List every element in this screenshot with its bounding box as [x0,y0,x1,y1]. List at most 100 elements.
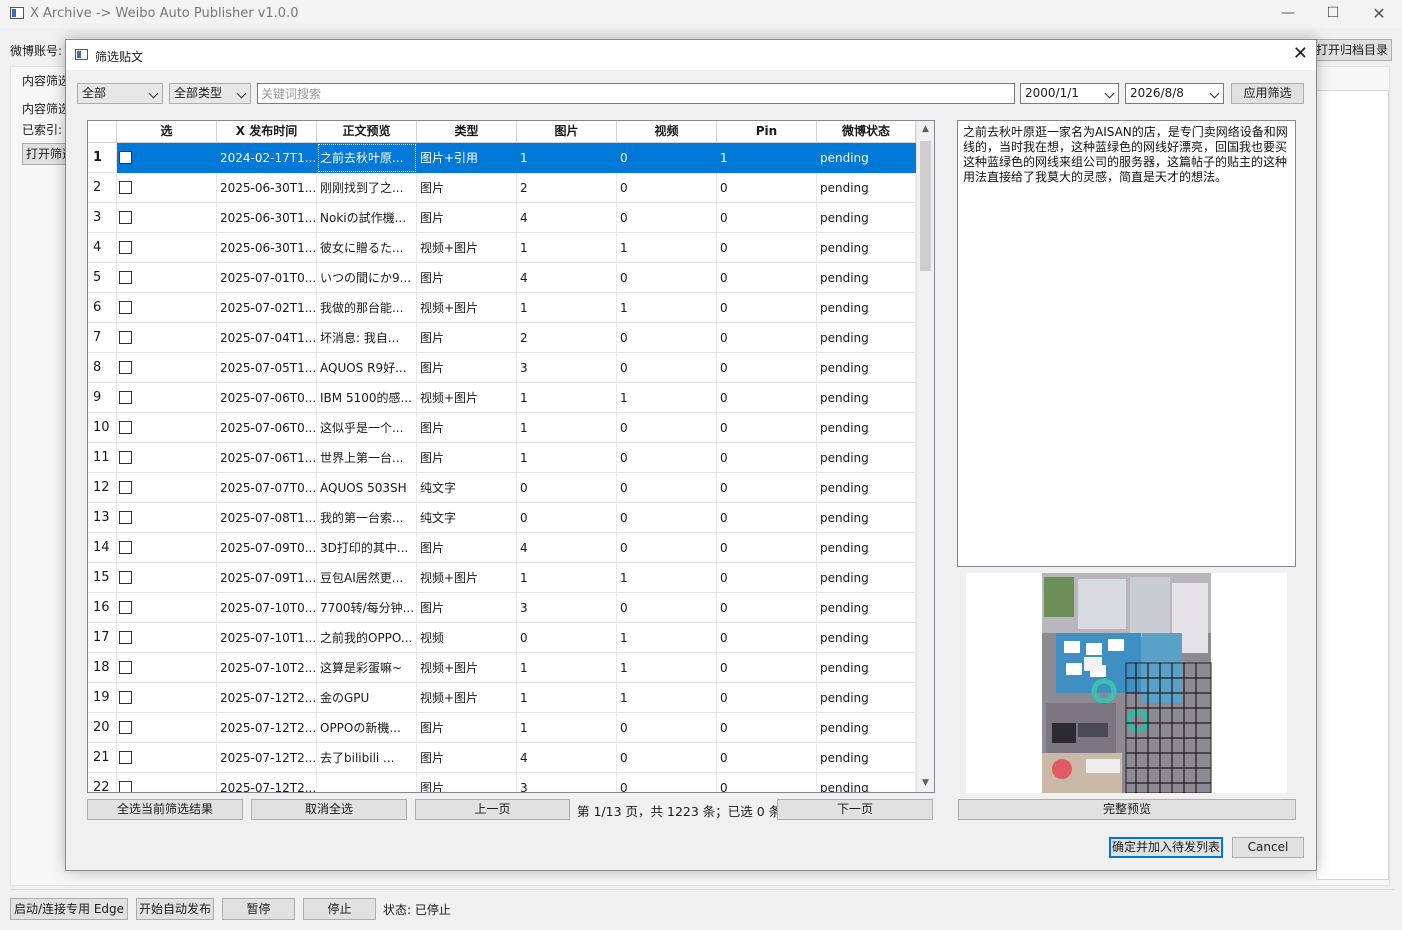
row-checkbox[interactable] [119,571,132,584]
cell-status: pending [817,233,916,263]
row-checkbox[interactable] [119,481,132,494]
cell-status: pending [817,653,916,683]
row-checkbox[interactable] [119,661,132,674]
table-row[interactable]: 6 2025-07-02T1... 我做的那台能... 视频+图片 1 1 0 pending [88,293,916,323]
table-row[interactable]: 7 2025-07-04T1... 坏消息: 我自... 图片 2 0 0 pending [88,323,916,353]
column-header-select[interactable]: 选 [117,121,217,143]
window-close-button[interactable]: ✕ [1356,0,1402,28]
column-header-weibo-status[interactable]: 微博状态 [817,121,916,143]
type-select[interactable]: 全部类型 [169,83,251,104]
select-cell [117,653,217,683]
row-checkbox[interactable] [119,511,132,524]
row-number: 17 [88,623,117,653]
open-archive-dir-button[interactable]: 打开归档目录 [1312,39,1392,61]
cell-images: 3 [517,353,617,383]
cell-type: 图片+引用 [417,143,517,173]
next-page-button[interactable]: 下一页 [777,799,933,820]
table-row[interactable]: 2 2025-06-30T1... 刚刚找到了之... 图片 2 0 0 pending [88,173,916,203]
minimize-button[interactable]: — [1265,0,1311,28]
table-row[interactable]: 16 2025-07-10T0... 7700转/每分钟... 图片 3 0 0 pendin… [88,593,916,623]
table-row[interactable]: 13 2025-07-08T1... 我的第一台索... 纯文字 0 0 0 pending [88,503,916,533]
row-checkbox[interactable] [119,331,132,344]
table-row[interactable]: 5 2025-07-01T0... いつの間にか9... 图片 4 0 0 pending [88,263,916,293]
table-row[interactable]: 3 2025-06-30T1... Nokiの試作機... 图片 4 0 0 pending [88,203,916,233]
row-checkbox[interactable] [119,151,132,164]
row-checkbox[interactable] [119,541,132,554]
row-checkbox[interactable] [119,421,132,434]
row-checkbox[interactable] [119,271,132,284]
table-row[interactable]: 19 2025-07-12T2... 金のGPU 视频+图片 1 1 0 pending [88,683,916,713]
table-row[interactable]: 10 2025-07-06T0... 这似乎是一个... 图片 1 0 0 pending [88,413,916,443]
table-row[interactable]: 1 2024-02-17T1... 之前去秋叶原... 图片+引用 1 0 1 pending [88,143,916,173]
cell-videos: 0 [617,323,717,353]
apply-filter-button[interactable]: 应用筛选 [1231,83,1304,104]
row-checkbox[interactable] [119,241,132,254]
table-row[interactable]: 17 2025-07-10T1... 之前我的OPPO... 视频 0 1 0 pending [88,623,916,653]
column-header-videos[interactable]: 视频 [617,121,717,143]
date-from-picker[interactable]: 2000/1/1 [1020,83,1119,104]
cell-status: pending [817,743,916,773]
table-row[interactable]: 15 2025-07-09T1... 豆包AI居然更... 视频+图片 1 1 0 pendi… [88,563,916,593]
date-to-picker[interactable]: 2026/8/8 [1125,83,1224,104]
column-header-type[interactable]: 类型 [417,121,517,143]
row-checkbox[interactable] [119,721,132,734]
table-row[interactable]: 14 2025-07-09T0... 3D打印的其中... 图片 4 0 0 pending [88,533,916,563]
row-checkbox[interactable] [119,391,132,404]
table-row[interactable]: 12 2025-07-07T0... AQUOS 503SH 纯文字 0 0 0 pendin… [88,473,916,503]
table-row[interactable]: 18 2025-07-10T2... 这算是彩蛋嘛~ 视频+图片 1 1 0 pending [88,653,916,683]
launch-edge-button[interactable]: 启动/连接专用 Edge [10,898,128,920]
column-header-pin[interactable]: Pin [717,121,817,143]
table-row[interactable]: 8 2025-07-05T1... AQUOS R9好... 图片 3 0 0 pending [88,353,916,383]
confirm-add-to-queue-button[interactable]: 确定并加入待发列表 [1109,837,1223,858]
date-to-value: 2026/8/8 [1130,86,1184,100]
stop-button[interactable]: 停止 [303,898,376,920]
cell-time: 2025-07-10T2... [217,653,317,683]
post-text-preview[interactable]: 之前去秋叶原逛一家名为AISAN的店，是专门卖网络设备和网线的，当时我在想，这种… [957,120,1296,567]
scroll-down-icon[interactable]: ▼ [917,775,934,792]
cell-videos: 0 [617,773,717,792]
cancel-button[interactable]: Cancel [1232,837,1304,858]
row-checkbox[interactable] [119,211,132,224]
column-header-preview[interactable]: 正文预览 [317,121,417,143]
maximize-button[interactable]: ☐ [1310,0,1356,28]
row-checkbox[interactable] [119,751,132,764]
keyword-search-input[interactable] [257,83,1015,104]
cell-time: 2025-07-06T1... [217,443,317,473]
cell-videos: 0 [617,743,717,773]
row-number: 18 [88,653,117,683]
prev-page-button[interactable]: 上一页 [415,799,570,820]
row-checkbox[interactable] [119,301,132,314]
cell-preview: 3D打印的其中... [317,533,417,563]
dialog-close-icon[interactable]: ✕ [1293,44,1308,64]
table-row[interactable]: 4 2025-06-30T1... 彼女に贈るた... 视频+图片 1 1 0 pending [88,233,916,263]
cell-time: 2024-02-17T1... [217,143,317,173]
row-checkbox[interactable] [119,181,132,194]
scrollbar-thumb[interactable] [920,141,931,271]
table-row[interactable]: 21 2025-07-12T2... 去了bilibili ... 图片 4 0 0 pend… [88,743,916,773]
table-row[interactable]: 11 2025-07-06T1... 世界上第一台... 图片 1 0 0 pending [88,443,916,473]
pause-button[interactable]: 暂停 [222,898,295,920]
column-header-images[interactable]: 图片 [517,121,617,143]
row-checkbox[interactable] [119,691,132,704]
table-row[interactable]: 20 2025-07-12T2... OPPOの新機... 图片 1 0 0 pending [88,713,916,743]
full-preview-button[interactable]: 完整预览 [958,799,1296,820]
scope-select[interactable]: 全部 [77,83,163,104]
row-checkbox[interactable] [119,781,132,792]
deselect-all-button[interactable]: 取消全选 [251,799,407,820]
start-auto-publish-button[interactable]: 开始自动发布 [136,898,214,920]
dialog-titlebar: 筛选贴文 ✕ [66,40,1316,70]
cell-pin: 0 [717,743,817,773]
row-checkbox[interactable] [119,451,132,464]
row-checkbox[interactable] [119,601,132,614]
cell-images: 1 [517,713,617,743]
row-checkbox[interactable] [119,631,132,644]
table-row[interactable]: 9 2025-07-06T0... IBM 5100的感... 视频+图片 1 1 0 pen… [88,383,916,413]
row-checkbox[interactable] [119,361,132,374]
cell-preview: Nokiの試作機... [317,203,417,233]
select-all-filtered-button[interactable]: 全选当前筛选结果 [87,799,243,820]
column-header-time[interactable]: X 发布时间 [217,121,317,143]
table-vertical-scrollbar[interactable]: ▲ ▼ [916,121,934,792]
table-row[interactable]: 22 2025-07-12T2... 图片 3 0 0 pending [88,773,916,792]
scroll-up-icon[interactable]: ▲ [917,121,934,138]
cell-videos: 0 [617,173,717,203]
